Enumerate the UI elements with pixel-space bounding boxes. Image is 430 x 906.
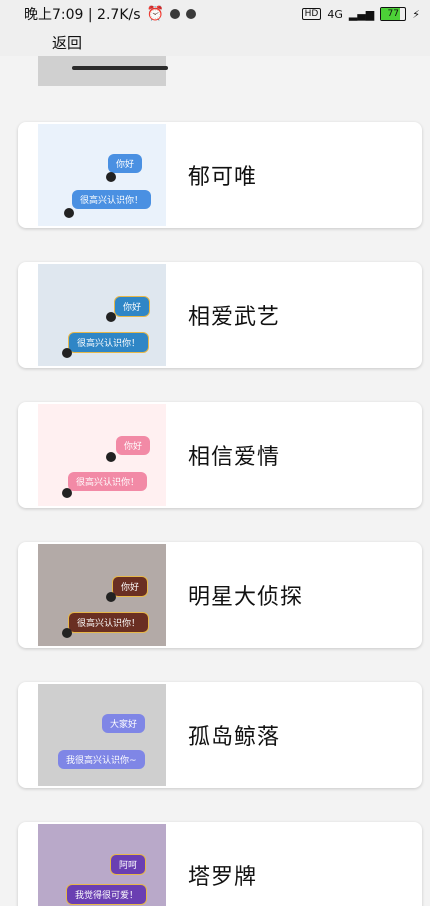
theme-title: 孤岛鲸落	[188, 725, 281, 750]
theme-card[interactable]: 大家好 我很高兴认识你~ 孤岛鲸落	[18, 682, 422, 788]
alarm-icon: ⏰	[146, 6, 164, 22]
theme-title: 相爱武艺	[188, 305, 281, 330]
preview-bubble: 阿呵	[110, 854, 147, 875]
avatar	[62, 348, 72, 358]
notification-icon	[169, 9, 180, 19]
theme-card[interactable]: 你好 很高兴认识你！ 相信爱情	[18, 402, 422, 508]
theme-thumbnail: 阿呵 我觉得很可爱！	[38, 824, 166, 906]
list-item[interactable]: 阿呵 我觉得很可爱！ 塔罗牌	[0, 804, 430, 906]
theme-card[interactable]: 你好 很高兴认识你！ 相爱武艺	[18, 262, 422, 368]
preview-bubble: 你好	[114, 296, 151, 317]
signal-icon: ▂▄▆	[348, 7, 375, 21]
hd-icon: HD	[301, 8, 322, 20]
status-bar: 晚上7:09 | 2.7K/s ⏰ HD 4G ▂▄▆ 77 ⚡	[0, 0, 430, 28]
charging-icon: ⚡	[412, 7, 420, 21]
list-item[interactable]: 你好 很高兴认识你！ 相爱武艺	[0, 244, 430, 385]
avatar	[62, 488, 72, 498]
status-time: 晚上7:09 | 2.7K/s	[24, 7, 141, 23]
theme-title: 郁可唯	[188, 165, 258, 190]
preview-bubble: 很高兴认识你！	[72, 190, 152, 209]
preview-bubble: 你好	[112, 576, 149, 597]
preview-bubble: 大家好	[102, 714, 146, 733]
theme-thumbnail: 大家好 我很高兴认识你~	[38, 684, 166, 786]
theme-thumbnail	[38, 56, 168, 86]
preview-bubble: 很高兴认识你！	[68, 472, 148, 491]
theme-card[interactable]: 你好 很高兴认识你！ 明星大侦探	[18, 542, 422, 648]
status-right: HD 4G ▂▄▆ 77 ⚡	[301, 7, 420, 21]
top-bar: 返回	[0, 28, 430, 56]
avatar	[62, 628, 72, 638]
list-item[interactable]: 你好 很高兴认识你！ 明星大侦探	[0, 524, 430, 665]
theme-thumbnail: 你好 很高兴认识你！	[38, 124, 166, 226]
list-item[interactable]: 大家好 我很高兴认识你~ 孤岛鲸落	[0, 664, 430, 805]
back-button[interactable]: 返回	[52, 32, 82, 53]
preview-bubble: 你好	[108, 154, 143, 173]
theme-title: 相信爱情	[188, 445, 281, 470]
avatar	[106, 592, 116, 602]
status-left: 晚上7:09 | 2.7K/s ⏰	[24, 4, 196, 24]
avatar	[106, 452, 116, 462]
battery-level: 77	[387, 9, 399, 19]
theme-title: 明星大侦探	[188, 585, 304, 610]
preview-bubble: 你好	[116, 436, 151, 455]
preview-bubble: 我觉得很可爱！	[66, 884, 148, 905]
notification-icon-2	[185, 9, 196, 19]
theme-thumbnail: 你好 很高兴认识你！	[38, 264, 166, 366]
theme-card[interactable]: 阿呵 我觉得很可爱！ 塔罗牌	[18, 822, 422, 906]
list-item[interactable]: 你好 很高兴认识你！ 郁可唯	[0, 104, 430, 245]
theme-title: 塔罗牌	[188, 865, 258, 890]
theme-card[interactable]: 你好 很高兴认识你！ 郁可唯	[18, 122, 422, 228]
theme-thumbnail: 你好 很高兴认识你！	[38, 544, 166, 646]
preview-bubble: 很高兴认识你！	[68, 332, 150, 353]
avatar	[106, 172, 116, 182]
preview-bubble: 很高兴认识你！	[68, 612, 150, 633]
preview-bubble: 我很高兴认识你~	[58, 750, 145, 769]
theme-thumbnail: 你好 很高兴认识你！	[38, 404, 166, 506]
avatar	[106, 312, 116, 322]
list-item[interactable]	[0, 56, 430, 105]
battery-icon: 77	[380, 7, 407, 21]
network-label: 4G	[327, 7, 343, 21]
theme-list[interactable]: 你好 很高兴认识你！ 郁可唯 你好 很高兴认识你！ 相爱武艺 你好 很高兴认识你…	[0, 56, 430, 906]
avatar	[64, 208, 74, 218]
list-item[interactable]: 你好 很高兴认识你！ 相信爱情	[0, 384, 430, 525]
